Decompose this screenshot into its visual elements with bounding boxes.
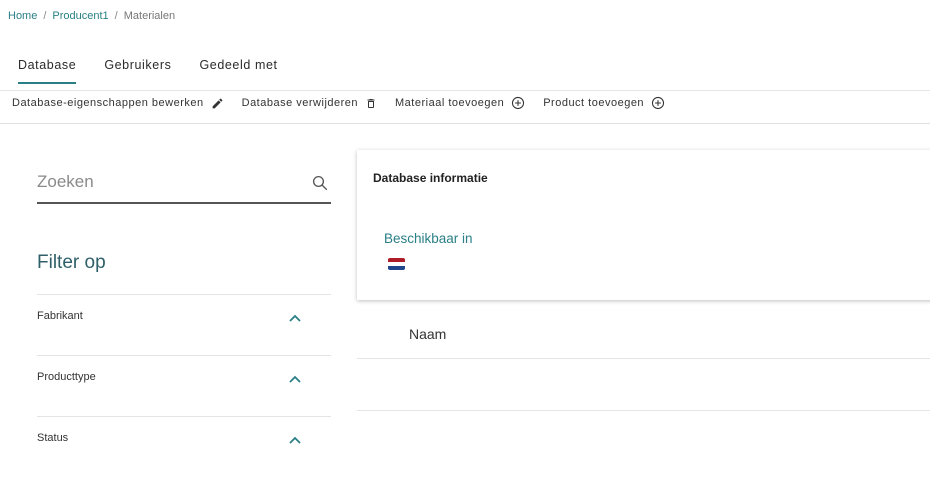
filter-group-status[interactable]: Status [37, 416, 331, 477]
add-circle-icon [651, 96, 665, 110]
tab-bar: Database Gebruikers Gedeeld met [18, 58, 306, 84]
breadcrumb-separator: / [114, 10, 118, 22]
card-title: Database informatie [373, 171, 488, 185]
available-in-label: Beschikbaar in [384, 231, 473, 246]
search-icon[interactable] [311, 174, 329, 197]
breadcrumb: Home / Producent1 / Materialen [8, 10, 175, 22]
breadcrumb-current: Materialen [123, 10, 176, 22]
filter-title: Filter op [37, 252, 106, 273]
tab-gebruikers[interactable]: Gebruikers [104, 58, 171, 84]
netherlands-flag-icon [388, 258, 405, 270]
edit-database-button[interactable]: Database-eigenschappen bewerken [12, 97, 224, 110]
database-info-card: Database informatie Beschikbaar in [357, 150, 930, 300]
column-header-naam[interactable]: Naam [409, 326, 446, 342]
add-product-label: Product toevoegen [543, 97, 645, 109]
search-field [37, 168, 331, 204]
table-divider [357, 410, 930, 411]
breadcrumb-separator: / [43, 10, 47, 22]
filter-group-label: Producttype [37, 371, 96, 383]
breadcrumb-home-link[interactable]: Home [8, 10, 37, 22]
add-material-button[interactable]: Materiaal toevoegen [395, 96, 525, 110]
chevron-up-icon[interactable] [289, 370, 301, 388]
chevron-up-icon[interactable] [289, 431, 301, 449]
action-toolbar: Database-eigenschappen bewerken Database… [12, 96, 683, 110]
add-product-button[interactable]: Product toevoegen [543, 96, 665, 110]
filter-group-label: Fabrikant [37, 310, 83, 322]
trash-icon [365, 97, 377, 110]
filter-group-label: Status [37, 432, 69, 444]
add-circle-icon [511, 96, 525, 110]
tab-database[interactable]: Database [18, 58, 77, 84]
delete-database-button[interactable]: Database verwijderen [242, 97, 377, 110]
delete-database-label: Database verwijderen [241, 97, 359, 109]
filter-group-fabrikant[interactable]: Fabrikant [37, 294, 331, 355]
edit-database-label: Database-eigenschappen bewerken [12, 97, 204, 109]
search-input[interactable] [37, 168, 297, 196]
add-material-label: Materiaal toevoegen [395, 97, 505, 109]
tabs-divider [0, 90, 930, 91]
filter-group-producttype[interactable]: Producttype [37, 355, 331, 416]
toolbar-divider [0, 123, 930, 124]
tab-gedeeld-met[interactable]: Gedeeld met [199, 58, 277, 84]
breadcrumb-producer-link[interactable]: Producent1 [52, 10, 108, 22]
chevron-up-icon[interactable] [289, 309, 301, 327]
table-divider [357, 358, 930, 359]
pencil-icon [211, 97, 224, 110]
